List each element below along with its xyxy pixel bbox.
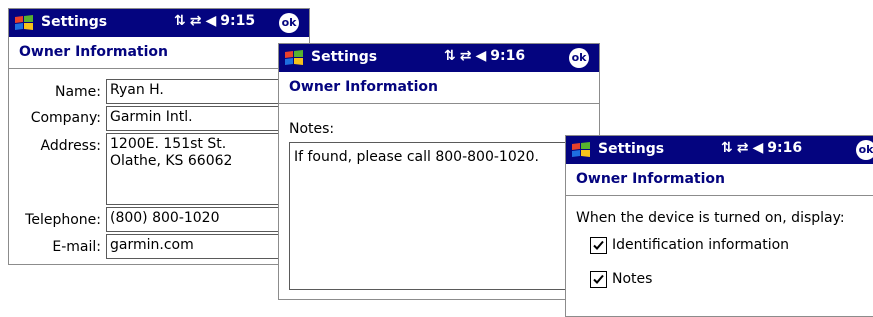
- page-header: Owner Information: [566, 164, 873, 196]
- checkmark-icon: [593, 240, 604, 250]
- sync-icon[interactable]: ⇄: [737, 140, 749, 156]
- page-title: Owner Information: [19, 44, 168, 60]
- display-prompt: When the device is turned on, display:: [576, 210, 845, 226]
- ok-button[interactable]: ok: [279, 13, 299, 33]
- company-label: Company:: [30, 110, 101, 126]
- clock[interactable]: 9:16: [767, 140, 802, 156]
- identification-checkbox[interactable]: [590, 237, 607, 254]
- title-bar: Settings ⇅ ⇄ ◀︎ 9:15 ok: [9, 9, 309, 37]
- volume-icon[interactable]: ◀︎: [752, 140, 763, 156]
- windows-start-icon[interactable]: [570, 141, 592, 159]
- status-area: ⇅ ⇄ ◀︎ 9:16: [721, 140, 802, 156]
- page-header: Owner Information: [279, 72, 599, 104]
- notes-checkbox[interactable]: [590, 271, 607, 288]
- identification-label[interactable]: Identification information: [612, 237, 789, 253]
- ok-button[interactable]: ok: [569, 48, 589, 68]
- ok-button[interactable]: ok: [856, 140, 873, 160]
- notes-field[interactable]: If found, please call 800-800-1020.: [289, 142, 589, 290]
- title-bar: Settings ⇅ ⇄ ◀︎ 9:16 ok: [566, 136, 873, 164]
- connectivity-icon[interactable]: ⇅: [174, 13, 186, 29]
- checkmark-icon: [593, 274, 604, 284]
- notes-label: Notes:: [289, 121, 335, 137]
- title-bar: Settings ⇅ ⇄ ◀︎ 9:16 ok: [279, 44, 599, 72]
- window-title: Settings: [598, 141, 665, 157]
- status-area: ⇅ ⇄ ◀︎ 9:15: [174, 13, 255, 29]
- volume-icon[interactable]: ◀︎: [205, 13, 216, 29]
- volume-icon[interactable]: ◀︎: [475, 48, 486, 64]
- windows-start-icon[interactable]: [283, 49, 305, 67]
- sync-icon[interactable]: ⇄: [460, 48, 472, 64]
- page-header: Owner Information: [9, 37, 309, 69]
- clock[interactable]: 9:16: [490, 48, 525, 64]
- settings-window-identification: Settings ⇅ ⇄ ◀︎ 9:15 ok Owner Information N…: [8, 8, 310, 265]
- windows-start-icon[interactable]: [13, 14, 35, 32]
- status-area: ⇅ ⇄ ◀︎ 9:16: [444, 48, 525, 64]
- sync-icon[interactable]: ⇄: [190, 13, 202, 29]
- clock[interactable]: 9:15: [220, 13, 255, 29]
- address-label: Address:: [40, 138, 101, 154]
- page-title: Owner Information: [289, 79, 438, 95]
- telephone-label: Telephone:: [25, 212, 101, 228]
- connectivity-icon[interactable]: ⇅: [721, 140, 733, 156]
- page-title: Owner Information: [576, 171, 725, 187]
- settings-window-notes: Settings ⇅ ⇄ ◀︎ 9:16 ok Owner Information N…: [278, 43, 600, 300]
- window-title: Settings: [41, 14, 108, 30]
- connectivity-icon[interactable]: ⇅: [444, 48, 456, 64]
- notes-option-label[interactable]: Notes: [612, 271, 652, 287]
- window-title: Settings: [311, 49, 378, 65]
- settings-window-options: Settings ⇅ ⇄ ◀︎ 9:16 ok Owner Information W…: [565, 135, 873, 317]
- name-label: Name:: [54, 84, 101, 100]
- email-label: E-mail:: [52, 239, 101, 255]
